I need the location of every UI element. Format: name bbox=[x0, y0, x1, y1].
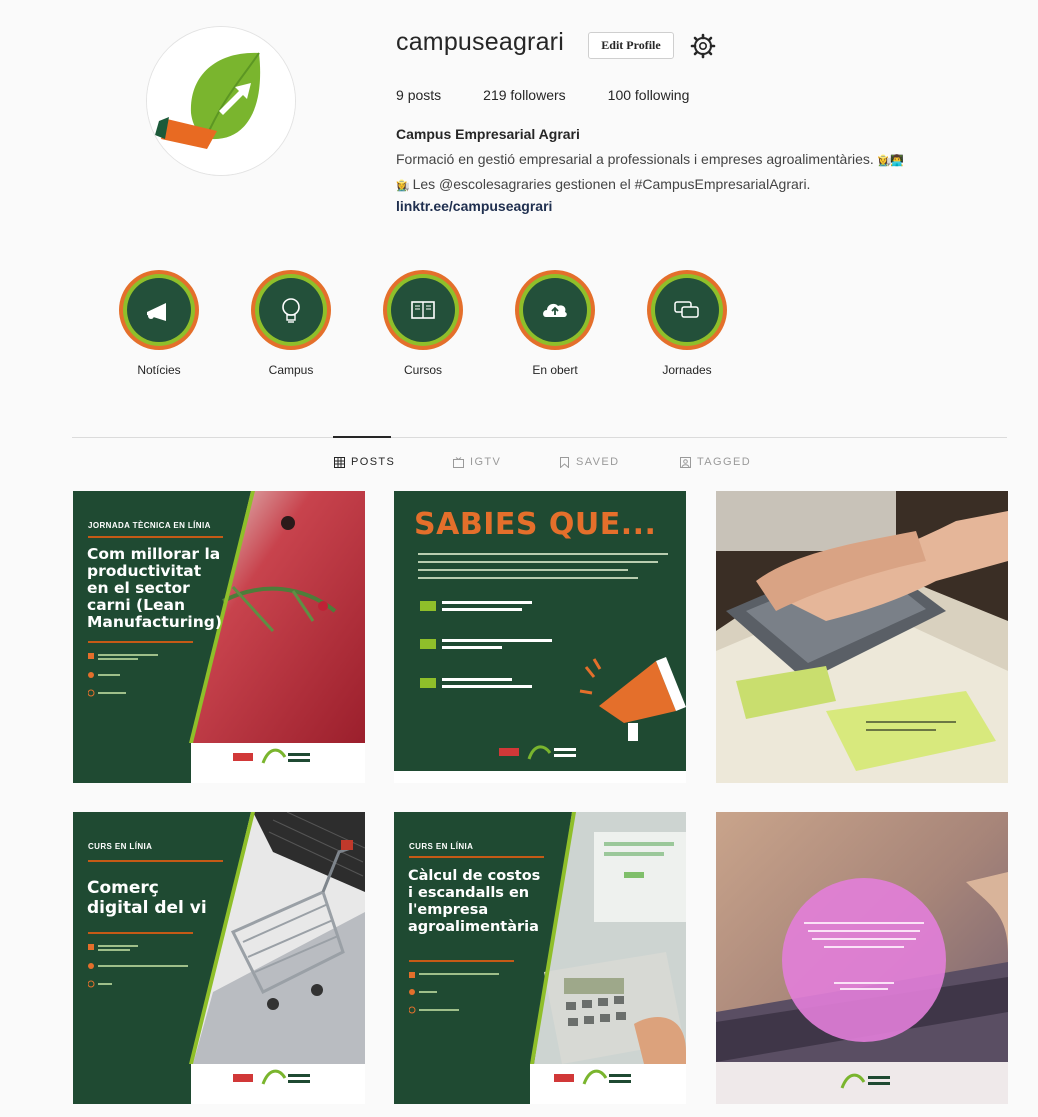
post-thumbnail-3[interactable] bbox=[716, 491, 1008, 783]
post-kicker: JORNADA TÈCNICA EN LÍNIA bbox=[88, 521, 211, 530]
post-headline: Comerç digital del vi bbox=[87, 878, 207, 918]
tab-label: SAVED bbox=[576, 456, 620, 468]
highlight-label: Cursos bbox=[403, 363, 442, 377]
tab-tagged[interactable]: TAGGED bbox=[680, 456, 751, 468]
tab-label: IGTV bbox=[470, 456, 502, 468]
instagram-profile-page: campuseagrari Edit Profile 9 posts 219 f… bbox=[0, 0, 1038, 1117]
followers-count: 219 bbox=[483, 87, 507, 103]
orange-rule bbox=[88, 932, 193, 934]
cloud-upload-icon bbox=[543, 303, 567, 317]
edit-profile-button[interactable]: Edit Profile bbox=[588, 32, 674, 59]
tab-label: POSTS bbox=[351, 456, 396, 468]
post-thumbnail-5[interactable]: CURS EN LÍNIA Càlcul de costos i escanda… bbox=[394, 812, 686, 1104]
tabs-divider bbox=[72, 437, 1007, 438]
posts-count: 9 bbox=[396, 87, 404, 103]
highlight-noticies[interactable]: Notícies bbox=[117, 270, 201, 377]
headline-line: Manufacturing) bbox=[87, 613, 222, 631]
post-card-background: SABIES QUE... bbox=[394, 491, 686, 783]
orange-rule bbox=[409, 960, 514, 962]
posts-label: posts bbox=[407, 87, 442, 103]
orange-rule bbox=[88, 860, 223, 862]
headline-line: agroalimentària bbox=[408, 919, 539, 935]
tag-icon bbox=[680, 456, 691, 468]
headline-line: Com millorar la bbox=[87, 545, 221, 563]
headline-line: Càlcul de costos bbox=[408, 868, 541, 884]
headline-line: carni (Lean bbox=[87, 596, 186, 614]
farmer-emoji-icon: 👩‍🌾 bbox=[396, 180, 410, 192]
campus-leaf-logo-icon bbox=[147, 27, 295, 175]
bio: Formació en gestió empresarial a profess… bbox=[396, 148, 1006, 198]
followers-stat[interactable]: 219 followers bbox=[483, 87, 566, 103]
farmer-emoji-icon: 👩‍🌾👨‍💻 bbox=[877, 155, 904, 167]
highlight-label: En obert bbox=[532, 363, 578, 377]
lightbulb-icon bbox=[282, 298, 300, 323]
orange-rule bbox=[409, 856, 544, 858]
chat-bubbles-icon bbox=[674, 301, 699, 318]
profile-link[interactable]: linktr.ee/campuseagrari bbox=[396, 198, 552, 214]
post-thumbnail-1[interactable]: JORNADA TÈCNICA EN LÍNIA Com millorar la… bbox=[73, 491, 365, 783]
username: campuseagrari bbox=[396, 28, 564, 56]
highlight-campus[interactable]: Campus bbox=[249, 270, 333, 377]
headline-line: l'empresa bbox=[408, 902, 489, 918]
event-details-icon bbox=[409, 972, 499, 1014]
post-thumbnail-4[interactable]: CURS EN LÍNIA Comerç digital del vi bbox=[73, 812, 365, 1104]
post-card-background: CURS EN LÍNIA Comerç digital del vi bbox=[73, 812, 365, 1104]
following-count: 100 bbox=[607, 87, 632, 103]
open-book-icon bbox=[411, 301, 435, 319]
gear-icon[interactable] bbox=[690, 33, 716, 59]
bio-line-2: Les @escolesagraries gestionen el #Campu… bbox=[412, 176, 811, 192]
highlight-cursos[interactable]: Cursos bbox=[381, 270, 465, 377]
orange-rule bbox=[88, 536, 223, 538]
highlight-label: Notícies bbox=[137, 363, 181, 377]
bookmark-icon bbox=[560, 456, 569, 468]
post-infographic-image bbox=[394, 553, 686, 783]
tab-label: TAGGED bbox=[697, 456, 752, 468]
event-details-icon bbox=[88, 944, 188, 988]
headline-line: digital del vi bbox=[87, 898, 207, 918]
followers-label: followers bbox=[510, 87, 566, 103]
posts-stat: 9 posts bbox=[396, 87, 441, 103]
profile-avatar[interactable] bbox=[146, 26, 296, 176]
headline-line: en el sector bbox=[87, 579, 190, 597]
post-headline: Càlcul de costos i escandalls en l'empre… bbox=[408, 868, 540, 936]
meat-photo-image bbox=[189, 491, 365, 783]
megaphone-icon bbox=[147, 303, 166, 321]
headline-line: Comerç bbox=[87, 878, 159, 898]
laptop-pink-circle-photo-image bbox=[716, 812, 1008, 1104]
post-thumbnail-6[interactable] bbox=[716, 812, 1008, 1104]
bio-line-1: Formació en gestió empresarial a profess… bbox=[396, 151, 874, 167]
orange-rule bbox=[88, 641, 193, 643]
following-stat[interactable]: 100 following bbox=[608, 87, 690, 103]
grid-icon bbox=[334, 456, 345, 468]
post-kicker: CURS EN LÍNIA bbox=[409, 842, 474, 851]
tab-igtv[interactable]: IGTV bbox=[453, 456, 501, 468]
profile-stats: 9 posts 219 followers 100 following bbox=[396, 87, 731, 103]
headline-line: productivitat bbox=[87, 562, 202, 580]
highlight-en-obert[interactable]: En obert bbox=[513, 270, 597, 377]
following-label: following bbox=[634, 87, 690, 103]
tv-icon bbox=[453, 456, 464, 468]
post-thumbnail-2[interactable]: SABIES QUE... bbox=[394, 491, 686, 783]
highlight-label: Campus bbox=[268, 363, 314, 377]
tab-posts[interactable]: POSTS bbox=[334, 456, 395, 468]
headline-line: i escandalls en bbox=[408, 885, 530, 901]
post-headline: Com millorar la productivitat en el sect… bbox=[87, 546, 222, 631]
active-tab-indicator bbox=[333, 436, 391, 438]
post-card-background: CURS EN LÍNIA Càlcul de costos i escanda… bbox=[394, 812, 686, 1104]
post-kicker: CURS EN LÍNIA bbox=[88, 842, 153, 851]
highlight-jornades[interactable]: Jornades bbox=[645, 270, 729, 377]
tab-saved[interactable]: SAVED bbox=[559, 456, 619, 468]
post-card-background: JORNADA TÈCNICA EN LÍNIA Com millorar la… bbox=[73, 491, 365, 783]
laptop-typing-photo-image bbox=[716, 491, 1008, 783]
highlight-label: Jornades bbox=[662, 363, 712, 377]
event-details-icon bbox=[88, 653, 158, 697]
full-name: Campus Empresarial Agrari bbox=[396, 126, 580, 142]
